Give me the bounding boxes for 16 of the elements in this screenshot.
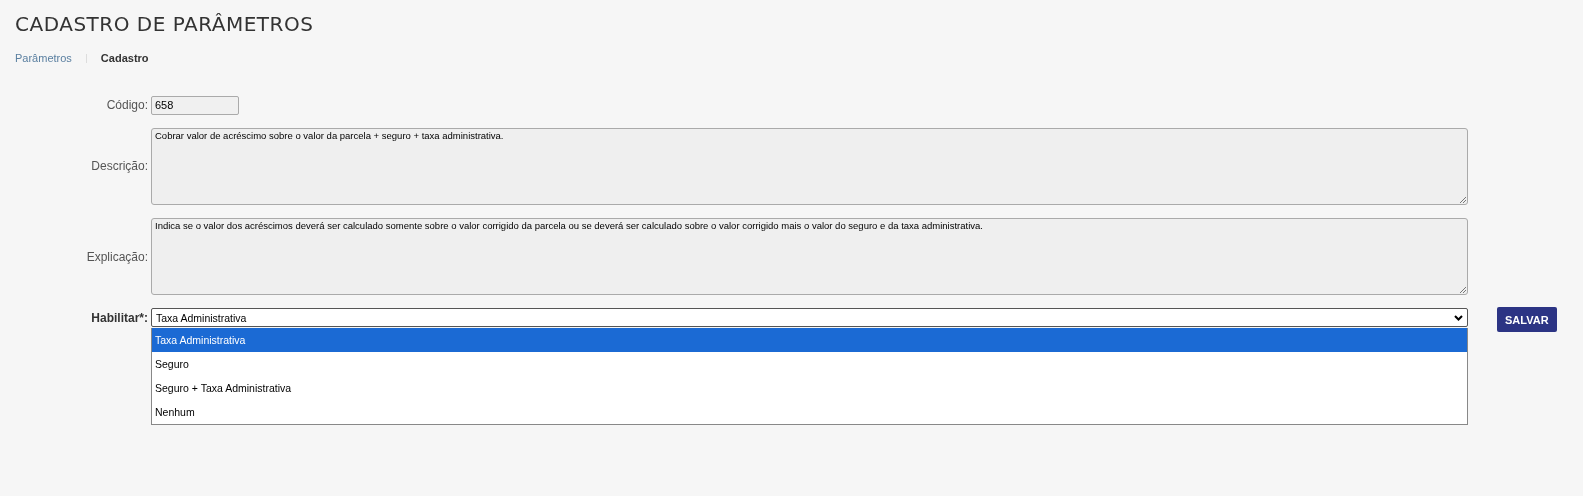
page-title: CADASTRO DE PARÂMETROS: [15, 12, 315, 36]
explanation-field[interactable]: Indica se o valor dos acréscimos deverá ser calculado somente sobre o valor corrigido da parcela ou se deverá ser calculado sobre o valor corrigido mais o valor do seguro e da taxa administrativa.: [151, 218, 1468, 296]
field-label: Explicação:: [85, 249, 148, 264]
description-field[interactable]: Cobrar valor de acréscimo sobre o valor da parcela + seguro + taxa administrativa.: [151, 127, 1468, 205]
chevron-down-icon: [1454, 314, 1463, 321]
field-label: Descrição:: [90, 159, 148, 174]
enable-select[interactable]: Taxa Administrativa: [151, 308, 1468, 328]
field-label: Código:: [105, 98, 148, 113]
dropdown-option[interactable]: Taxa Administrativa: [152, 328, 1467, 353]
code-field[interactable]: 658: [151, 95, 239, 115]
field-label: Habilitar*:: [90, 310, 148, 325]
save-button[interactable]: SALVAR: [1497, 307, 1557, 332]
breadcrumb-link[interactable]: Parâmetros: [15, 52, 72, 64]
resize-handle-icon[interactable]: [1459, 195, 1466, 203]
resize-handle-icon[interactable]: [1459, 286, 1466, 294]
breadcrumb-link[interactable]: Cadastro: [100, 52, 149, 64]
